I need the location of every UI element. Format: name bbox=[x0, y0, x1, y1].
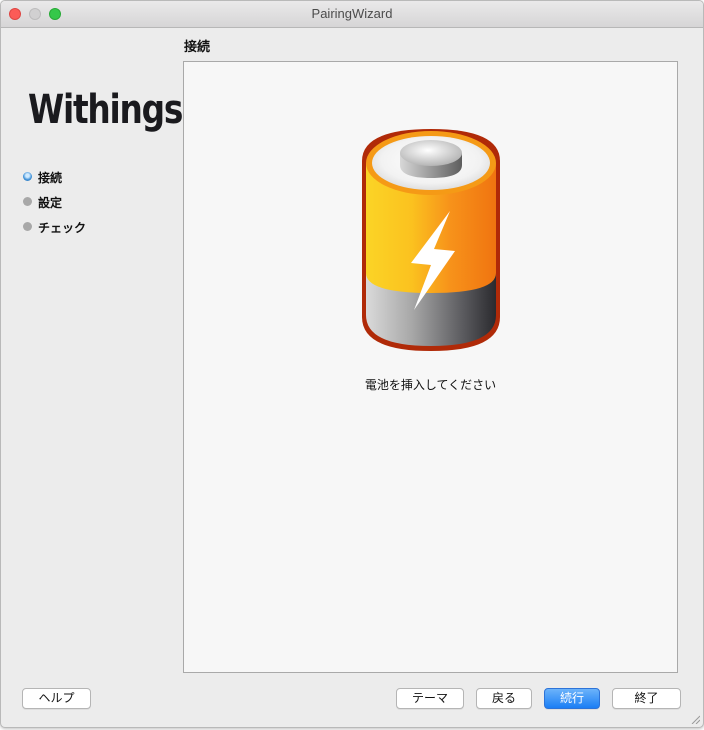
step-pending-indicator-icon bbox=[23, 222, 32, 231]
step-pending-indicator-icon bbox=[23, 197, 32, 206]
theme-button[interactable]: テーマ bbox=[396, 688, 464, 709]
battery-charging-icon bbox=[362, 129, 500, 351]
content-panel: 電池を挿入してください bbox=[183, 61, 678, 673]
insert-battery-instruction: 電池を挿入してください bbox=[364, 378, 497, 392]
step-label: 設定 bbox=[38, 196, 63, 210]
quit-button[interactable]: 終了 bbox=[612, 688, 681, 709]
continue-button[interactable]: 続行 bbox=[544, 688, 600, 709]
window-title: PairingWizard bbox=[311, 6, 393, 21]
resize-grip-icon[interactable] bbox=[690, 714, 700, 724]
step-label: チェック bbox=[38, 221, 87, 235]
withings-logo: Withings bbox=[28, 87, 183, 133]
help-button[interactable]: ヘルプ bbox=[22, 688, 91, 709]
back-button[interactable]: 戻る bbox=[476, 688, 532, 709]
step-active-indicator-icon bbox=[23, 172, 32, 181]
title-bar[interactable]: PairingWizard bbox=[1, 1, 703, 28]
pairing-wizard-window: PairingWizard Withings 接続 設定 チェック 接続 電池を… bbox=[0, 0, 704, 728]
step-label: 接続 bbox=[38, 171, 63, 185]
page-title: 接続 bbox=[184, 40, 211, 55]
